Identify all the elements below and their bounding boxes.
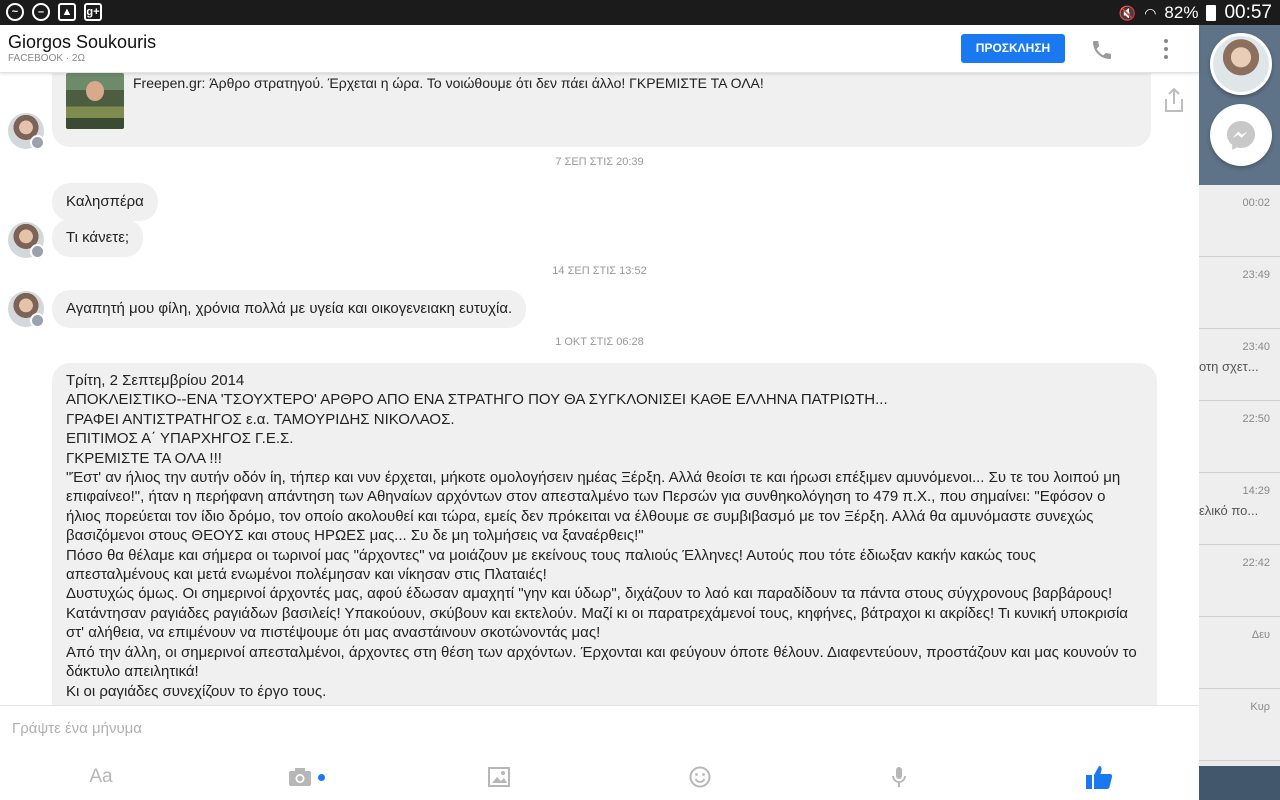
timestamp-divider: 14 ΣΕΠ ΣΤΙΣ 13:52 bbox=[552, 265, 647, 277]
contact-source: FACEBOOK · 2Ω bbox=[8, 53, 85, 64]
chat-head-avatar[interactable] bbox=[1210, 33, 1272, 95]
message-paragraph: ΓΡΑΦΕΙ ΑΝΤΙΣΤΡΑΤΗΓΟΣ ε.α. ΤΑΜΟΥΡΙΔΗΣ ΝΙΚ… bbox=[66, 410, 455, 428]
background-footer bbox=[1199, 766, 1280, 800]
timestamp-divider: 7 ΣΕΠ ΣΤΙΣ 20:39 bbox=[555, 156, 644, 168]
message-bubble[interactable]: Καλησπέρα bbox=[52, 183, 158, 221]
message-bubble[interactable]: Αγαπητή μου φίλη, χρόνια πολλά με υγεία … bbox=[52, 290, 527, 328]
camera-button[interactable] bbox=[286, 764, 326, 790]
link-thumbnail bbox=[66, 73, 124, 129]
message-paragraph: Από την άλλη, οι σημερινοί απεσταλμένοι,… bbox=[66, 643, 1137, 681]
invite-button[interactable]: ΠΡΟΣΚΛΗΣΗ bbox=[961, 34, 1065, 63]
contact-name[interactable]: Giorgos Soukouris bbox=[8, 32, 156, 53]
message-paragraph: Δυστυχώς όμως. Οι σημερινοί άρχοντές μας… bbox=[66, 585, 1128, 642]
long-message-bubble[interactable]: Τρίτη, 2 Σεπτεμβρίου 2014 ΑΠΟΚΛΕΙΣΤΙΚΟ--… bbox=[52, 363, 1157, 705]
thumbs-up-icon bbox=[1086, 766, 1113, 789]
list-item[interactable]: Κυρ bbox=[1199, 689, 1280, 761]
camera-icon bbox=[288, 768, 311, 786]
list-item[interactable]: 00:02 bbox=[1199, 185, 1280, 257]
messenger-notification-icon: ~ bbox=[6, 3, 24, 21]
message-thread: Freepen.gr: Άρθρο στρατηγού. Έρχεται η ώ… bbox=[0, 73, 1199, 705]
list-item-time: 23:49 bbox=[1242, 269, 1270, 281]
status-bar: ~ – ▲ g+ 🔇 ◠ 82% 00:57 bbox=[0, 0, 1280, 25]
list-item-time: 23:40 bbox=[1242, 341, 1270, 353]
clock: 00:57 bbox=[1224, 2, 1272, 23]
like-button[interactable] bbox=[1084, 764, 1114, 790]
list-item[interactable]: 23:49 bbox=[1199, 257, 1280, 329]
message-paragraph: Πόσο θα θέλαμε και σήμερα οι τωρινοί μας… bbox=[66, 546, 1036, 584]
phone-icon[interactable] bbox=[1090, 38, 1114, 62]
message-paragraph: ΑΠΟΚΛΕΙΣΤΙΚΟ--ΕΝΑ 'ΤΣΟΥΧΤΕΡΟ' ΑΡΘΡΟ ΑΠΟ … bbox=[66, 391, 888, 409]
smiley-icon bbox=[689, 766, 711, 788]
wifi-icon: ◠ bbox=[1144, 4, 1157, 21]
sticker-button[interactable] bbox=[687, 764, 713, 790]
notification-icons: ~ – ▲ g+ bbox=[6, 3, 102, 21]
list-item[interactable]: 22:50 bbox=[1199, 401, 1280, 473]
messenger-icon bbox=[1227, 121, 1255, 150]
list-item-time: 00:02 bbox=[1242, 197, 1270, 209]
list-item-time: Κυρ bbox=[1250, 701, 1270, 713]
list-item[interactable]: 22:42 bbox=[1199, 545, 1280, 617]
message-paragraph: Τρίτη, 2 Σεπτεμβρίου 2014 bbox=[66, 372, 245, 389]
chat-panel: Giorgos Soukouris FACEBOOK · 2Ω ΠΡΟΣΚΛΗΣ… bbox=[0, 25, 1199, 800]
message-paragraph: Κι οι ραγιάδες συνεχίζουν το έργο τους. bbox=[66, 682, 327, 700]
message-input[interactable]: Γράψτε ένα μήνυμα bbox=[12, 720, 142, 737]
list-item[interactable]: 23:40 οτη σχετ... bbox=[1199, 329, 1280, 401]
message-paragraph: ΕΠΙΤΙΜΟΣ Α΄ ΥΠΑΡΧΗΓΟΣ Γ.Ε.Σ. bbox=[66, 430, 294, 448]
list-item-time: 22:50 bbox=[1242, 413, 1270, 425]
compose-toolbar: Aa bbox=[0, 754, 1199, 800]
gallery-notification-icon: ▲ bbox=[58, 3, 76, 21]
gallery-button[interactable] bbox=[486, 764, 512, 790]
status-indicators: 🔇 ◠ 82% 00:57 bbox=[1119, 2, 1272, 24]
link-preview-bubble[interactable]: Freepen.gr: Άρθρο στρατηγού. Έρχεται η ώ… bbox=[52, 73, 1151, 147]
list-item[interactable]: Δευ bbox=[1199, 617, 1280, 689]
list-item-time: Δευ bbox=[1251, 629, 1270, 641]
voice-button[interactable] bbox=[888, 764, 910, 790]
text-format-button[interactable]: Aa bbox=[88, 764, 114, 790]
image-icon bbox=[488, 767, 510, 787]
messenger-chat-head[interactable] bbox=[1210, 104, 1272, 166]
message-paragraph: "Έστ' αν ήλιος την αυτήν οδόν ίη, τήπερ … bbox=[66, 469, 1121, 545]
microphone-icon bbox=[892, 767, 906, 787]
list-item[interactable]: 14:29 ελικό πο... bbox=[1199, 473, 1280, 545]
avatar[interactable] bbox=[8, 222, 45, 259]
message-paragraph: ΓΚΡΕΜΙΣΤΕ ΤΑ ΟΛΑ !!! bbox=[66, 449, 222, 467]
list-item-time: 22:42 bbox=[1242, 557, 1270, 569]
more-options-icon[interactable] bbox=[1160, 37, 1172, 61]
timestamp-divider: 1 ΟΚΤ ΣΤΙΣ 06:28 bbox=[555, 336, 644, 348]
avatar[interactable] bbox=[8, 113, 45, 150]
new-indicator-dot bbox=[317, 773, 325, 781]
list-item-time: 14:29 bbox=[1242, 485, 1270, 497]
share-icon[interactable] bbox=[1162, 87, 1186, 113]
avatar[interactable] bbox=[8, 291, 45, 328]
mute-icon: 🔇 bbox=[1118, 4, 1137, 21]
chat-header: Giorgos Soukouris FACEBOOK · 2Ω ΠΡΟΣΚΛΗΣ… bbox=[0, 25, 1199, 73]
list-item-snippet: ελικό πο... bbox=[1199, 503, 1259, 518]
compose-area: Γράψτε ένα μήνυμα Aa bbox=[0, 705, 1199, 800]
blocked-notification-icon: – bbox=[32, 3, 50, 21]
message-bubble[interactable]: Τι κάνετε; bbox=[52, 219, 144, 257]
link-preview-text: Freepen.gr: Άρθρο στρατηγού. Έρχεται η ώ… bbox=[133, 75, 764, 91]
google-plus-notification-icon: g+ bbox=[84, 3, 102, 21]
battery-percent: 82% bbox=[1164, 3, 1199, 22]
list-item-snippet: οτη σχετ... bbox=[1199, 359, 1259, 374]
battery-icon bbox=[1206, 5, 1217, 21]
